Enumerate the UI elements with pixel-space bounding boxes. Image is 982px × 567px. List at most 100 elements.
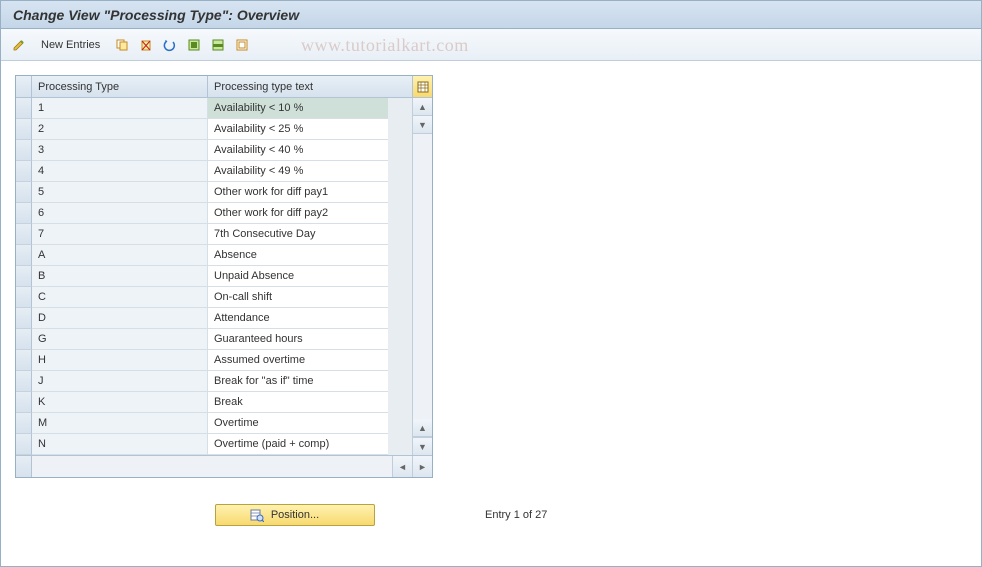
row-selector[interactable] bbox=[16, 413, 32, 434]
scroll-up-step-button[interactable]: ▲ bbox=[413, 419, 432, 437]
pencil-icon bbox=[12, 38, 26, 52]
cell-processing-type[interactable]: N bbox=[32, 434, 208, 455]
cell-processing-text[interactable]: Availability < 40 % bbox=[208, 140, 388, 161]
table-row[interactable]: BUnpaid Absence bbox=[16, 266, 412, 287]
cell-processing-text[interactable]: Unpaid Absence bbox=[208, 266, 388, 287]
table-row[interactable]: DAttendance bbox=[16, 308, 412, 329]
cell-processing-type[interactable]: 3 bbox=[32, 140, 208, 161]
cell-processing-type[interactable]: 1 bbox=[32, 98, 208, 119]
entry-counter: Entry 1 of 27 bbox=[485, 509, 547, 521]
row-selector[interactable] bbox=[16, 329, 32, 350]
scroll-track[interactable] bbox=[413, 134, 432, 419]
table-row[interactable]: 5Other work for diff pay1 bbox=[16, 182, 412, 203]
vertical-scrollbar[interactable]: ▲ ▼ ▲ ▼ bbox=[412, 98, 432, 455]
cell-processing-type[interactable]: B bbox=[32, 266, 208, 287]
row-selector[interactable] bbox=[16, 140, 32, 161]
scroll-down-step-button[interactable]: ▼ bbox=[413, 116, 432, 134]
row-selector[interactable] bbox=[16, 287, 32, 308]
cell-processing-text[interactable]: Availability < 49 % bbox=[208, 161, 388, 182]
cell-processing-text[interactable]: Other work for diff pay2 bbox=[208, 203, 388, 224]
undo-button[interactable] bbox=[160, 35, 180, 55]
row-selector[interactable] bbox=[16, 266, 32, 287]
deselect-icon bbox=[235, 38, 249, 52]
table-row[interactable]: JBreak for "as if" time bbox=[16, 371, 412, 392]
cell-processing-type[interactable]: J bbox=[32, 371, 208, 392]
position-icon bbox=[249, 507, 265, 523]
row-selector[interactable] bbox=[16, 371, 32, 392]
cell-processing-text[interactable]: Guaranteed hours bbox=[208, 329, 388, 350]
chevron-right-icon: ► bbox=[418, 462, 427, 472]
column-header-text[interactable]: Processing type text bbox=[208, 76, 388, 97]
cell-processing-type[interactable]: D bbox=[32, 308, 208, 329]
cell-processing-type[interactable]: 7 bbox=[32, 224, 208, 245]
delete-button[interactable] bbox=[136, 35, 156, 55]
scroll-up-button[interactable]: ▲ bbox=[413, 98, 432, 116]
table-row[interactable]: AAbsence bbox=[16, 245, 412, 266]
row-selector[interactable] bbox=[16, 392, 32, 413]
table-row[interactable]: 1Availability < 10 % bbox=[16, 98, 412, 119]
table-row[interactable]: MOvertime bbox=[16, 413, 412, 434]
configure-columns-button[interactable] bbox=[412, 76, 432, 98]
row-selector[interactable] bbox=[16, 203, 32, 224]
cell-processing-type[interactable]: 6 bbox=[32, 203, 208, 224]
new-entries-button[interactable]: New Entries bbox=[33, 35, 108, 55]
undo-icon bbox=[163, 38, 177, 52]
cell-processing-text[interactable]: 7th Consecutive Day bbox=[208, 224, 388, 245]
cell-processing-text[interactable]: Availability < 10 % bbox=[208, 98, 388, 119]
select-all-button[interactable] bbox=[184, 35, 204, 55]
grid-rows: 1Availability < 10 %2Availability < 25 %… bbox=[16, 98, 412, 455]
table-row[interactable]: 6Other work for diff pay2 bbox=[16, 203, 412, 224]
column-header-type[interactable]: Processing Type bbox=[32, 76, 208, 97]
copy-button[interactable] bbox=[112, 35, 132, 55]
cell-processing-type[interactable]: 2 bbox=[32, 119, 208, 140]
cell-processing-type[interactable]: C bbox=[32, 287, 208, 308]
row-selector[interactable] bbox=[16, 119, 32, 140]
table-row[interactable]: 2Availability < 25 % bbox=[16, 119, 412, 140]
cell-processing-text[interactable]: Other work for diff pay1 bbox=[208, 182, 388, 203]
cell-processing-type[interactable]: K bbox=[32, 392, 208, 413]
cell-processing-text[interactable]: On-call shift bbox=[208, 287, 388, 308]
select-block-button[interactable] bbox=[208, 35, 228, 55]
cell-processing-text[interactable]: Assumed overtime bbox=[208, 350, 388, 371]
cell-processing-text[interactable]: Overtime (paid + comp) bbox=[208, 434, 388, 455]
cell-processing-text[interactable]: Absence bbox=[208, 245, 388, 266]
horizontal-scroll-track[interactable] bbox=[32, 456, 392, 477]
cell-processing-text[interactable]: Break for "as if" time bbox=[208, 371, 388, 392]
cell-processing-type[interactable]: G bbox=[32, 329, 208, 350]
table-row[interactable]: HAssumed overtime bbox=[16, 350, 412, 371]
cell-processing-type[interactable]: 4 bbox=[32, 161, 208, 182]
deselect-all-button[interactable] bbox=[232, 35, 252, 55]
cell-processing-type[interactable]: M bbox=[32, 413, 208, 434]
details-button[interactable] bbox=[9, 35, 29, 55]
row-selector[interactable] bbox=[16, 434, 32, 455]
row-selector[interactable] bbox=[16, 350, 32, 371]
cell-processing-text[interactable]: Overtime bbox=[208, 413, 388, 434]
row-selector[interactable] bbox=[16, 308, 32, 329]
cell-processing-text[interactable]: Break bbox=[208, 392, 388, 413]
scroll-down-button[interactable]: ▼ bbox=[413, 437, 432, 455]
cell-processing-text[interactable]: Attendance bbox=[208, 308, 388, 329]
table-row[interactable]: KBreak bbox=[16, 392, 412, 413]
table-row[interactable]: GGuaranteed hours bbox=[16, 329, 412, 350]
table-settings-icon bbox=[417, 81, 429, 93]
cell-processing-type[interactable]: 5 bbox=[32, 182, 208, 203]
row-selector-header[interactable] bbox=[16, 76, 32, 97]
bottom-bar: Position... Entry 1 of 27 bbox=[15, 504, 981, 526]
cell-processing-type[interactable]: A bbox=[32, 245, 208, 266]
table-row[interactable]: NOvertime (paid + comp) bbox=[16, 434, 412, 455]
table-row[interactable]: 4Availability < 49 % bbox=[16, 161, 412, 182]
row-selector[interactable] bbox=[16, 224, 32, 245]
row-selector[interactable] bbox=[16, 182, 32, 203]
row-selector[interactable] bbox=[16, 245, 32, 266]
cell-processing-text[interactable]: Availability < 25 % bbox=[208, 119, 388, 140]
row-selector[interactable] bbox=[16, 161, 32, 182]
cell-processing-type[interactable]: H bbox=[32, 350, 208, 371]
position-button[interactable]: Position... bbox=[215, 504, 375, 526]
scroll-right-button[interactable]: ► bbox=[413, 456, 432, 477]
table-row[interactable]: COn-call shift bbox=[16, 287, 412, 308]
row-selector[interactable] bbox=[16, 98, 32, 119]
table-row[interactable]: 3Availability < 40 % bbox=[16, 140, 412, 161]
table-row[interactable]: 77th Consecutive Day bbox=[16, 224, 412, 245]
scroll-left-button[interactable]: ◄ bbox=[393, 456, 413, 477]
content-area: Processing Type Processing type text 1Av… bbox=[1, 61, 981, 526]
